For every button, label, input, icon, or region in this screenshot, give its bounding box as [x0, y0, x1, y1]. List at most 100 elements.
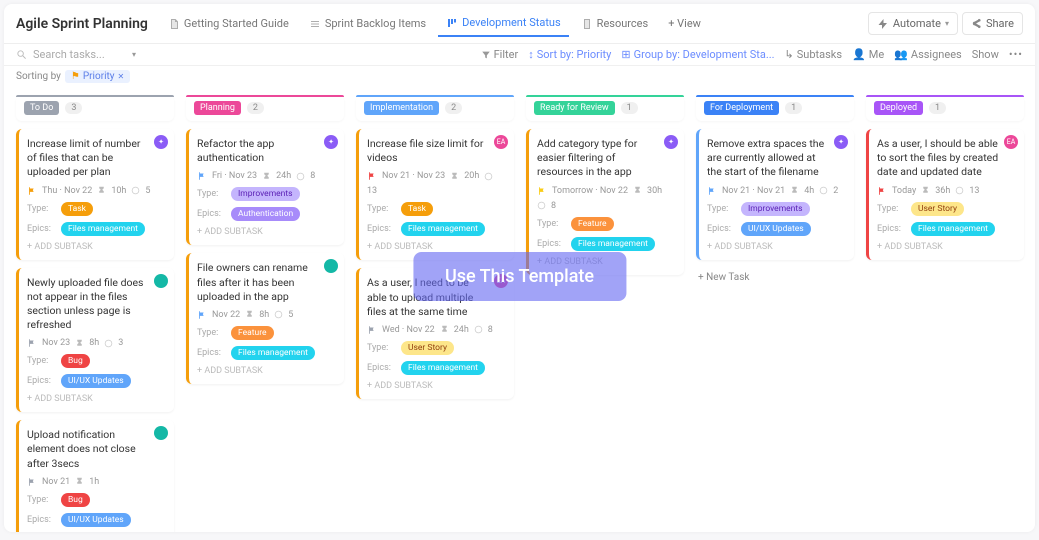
type-label: Type: [537, 219, 563, 229]
task-meta: Fri · Nov 2324h8 [197, 171, 336, 181]
flag-icon [537, 186, 547, 196]
more-button[interactable]: ••• [1009, 48, 1023, 61]
new-task[interactable]: + New Task [696, 268, 854, 287]
hourglass-icon [450, 172, 459, 181]
header: Agile Sprint Planning Getting Started Gu… [4, 4, 1035, 44]
task-card[interactable]: Newly uploaded file does not appear in t… [16, 268, 174, 413]
add-subtask[interactable]: + ADD SUBTASK [707, 242, 846, 252]
task-title: Refactor the app authentication [197, 137, 336, 165]
column-header[interactable]: Implementation 2 [356, 95, 514, 121]
add-subtask[interactable]: + ADD SUBTASK [367, 242, 506, 252]
kanban-board: To Do 3 ✦ Increase limit of number of fi… [4, 87, 1035, 532]
doc2-icon [581, 18, 593, 30]
close-icon[interactable]: ✕ [118, 72, 125, 81]
hourglass-icon [790, 186, 799, 195]
automate-button[interactable]: Automate▾ [868, 12, 958, 35]
epic-tag: Files management [231, 346, 315, 360]
hourglass-icon [75, 477, 84, 486]
column-header[interactable]: Deployed 1 [866, 95, 1024, 121]
task-card[interactable]: EA As a user, I need to be able to uploa… [356, 268, 514, 399]
add-subtask[interactable]: + ADD SUBTASK [537, 257, 676, 267]
column-header[interactable]: For Deployment 1 [696, 95, 854, 121]
filter-button[interactable]: Filter [481, 48, 519, 61]
task-card[interactable]: File owners can rename files after it ha… [186, 253, 344, 384]
task-title: Newly uploaded file does not appear in t… [27, 276, 166, 333]
add-subtask[interactable]: + ADD SUBTASK [367, 381, 506, 391]
avatar[interactable]: ✦ [664, 135, 678, 149]
task-meta: Tomorrow · Nov 2230h8 [537, 186, 676, 211]
epics-label: Epics: [537, 239, 563, 249]
task-card[interactable]: ✦ Remove extra spaces the are currently … [696, 129, 854, 260]
column-name: Planning [194, 101, 241, 115]
avatar[interactable]: EA [1004, 135, 1018, 149]
avatar[interactable]: ✦ [324, 135, 338, 149]
column-header[interactable]: Ready for Review 1 [526, 95, 684, 121]
share-button[interactable]: Share [962, 12, 1023, 35]
add-subtask[interactable]: + ADD SUBTASK [27, 242, 166, 252]
tab-resources[interactable]: Resources [573, 11, 657, 36]
add-subtask[interactable]: + ADD SUBTASK [197, 366, 336, 376]
type-label: Type: [27, 356, 53, 366]
search-icon [16, 49, 27, 60]
epics-label: Epics: [877, 224, 903, 234]
task-card[interactable]: EA As a user, I should be able to sort t… [866, 129, 1024, 260]
add-view[interactable]: + View [660, 11, 709, 36]
epic-tag: UI/UX Updates [61, 513, 131, 527]
column-name: For Deployment [704, 101, 779, 115]
column-count: 2 [247, 102, 264, 114]
task-card[interactable]: Upload notification element does not clo… [16, 420, 174, 532]
hourglass-icon [245, 310, 254, 319]
type-tag: User Story [911, 202, 964, 216]
epics-label: Epics: [197, 348, 223, 358]
assignees-button[interactable]: 👥 Assignees [894, 48, 962, 61]
type-tag: User Story [401, 341, 454, 355]
task-card[interactable]: ✦ Increase limit of number of files that… [16, 129, 174, 260]
type-label: Type: [197, 189, 223, 199]
group-button[interactable]: ⊞ Group by: Development Sta... [621, 48, 774, 61]
add-subtask[interactable]: + ADD SUBTASK [877, 242, 1016, 252]
epic-tag: Files management [401, 222, 485, 236]
epics-label: Epics: [367, 224, 393, 234]
subtasks-button[interactable]: ↳ Subtasks [785, 48, 843, 61]
board-icon [446, 17, 458, 29]
column-name: Ready for Review [534, 101, 615, 115]
points-icon [484, 172, 493, 181]
task-title: Increase limit of number of files that c… [27, 137, 166, 180]
avatar[interactable]: ✦ [154, 135, 168, 149]
share-icon [971, 18, 982, 29]
add-subtask[interactable]: + ADD SUBTASK [27, 394, 166, 404]
epic-tag: UI/UX Updates [61, 374, 131, 388]
flag-icon [27, 338, 37, 348]
points-icon [296, 172, 305, 181]
column-header[interactable]: Planning 2 [186, 95, 344, 121]
me-button[interactable]: 👤 Me [852, 48, 884, 61]
points-icon [474, 325, 483, 334]
tab-sprint-backlog[interactable]: Sprint Backlog Items [301, 11, 434, 36]
sort-button[interactable]: ↕ Sort by: Priority [528, 48, 611, 61]
hourglass-icon [633, 186, 642, 195]
type-tag: Improvements [741, 202, 810, 216]
task-title: File owners can rename files after it ha… [197, 261, 336, 304]
task-card[interactable]: ✦ Refactor the app authentication Fri · … [186, 129, 344, 245]
column-header[interactable]: To Do 3 [16, 95, 174, 121]
page-title: Agile Sprint Planning [16, 16, 148, 32]
chevron-down-icon: ▾ [132, 50, 136, 59]
add-subtask[interactable]: + ADD SUBTASK [197, 227, 336, 237]
tab-getting-started[interactable]: Getting Started Guide [160, 11, 297, 36]
sort-pill[interactable]: ⚑Priority✕ [65, 70, 130, 83]
avatar[interactable]: ✦ [834, 135, 848, 149]
tab-development-status[interactable]: Development Status [438, 10, 569, 37]
show-button[interactable]: Show [972, 48, 999, 61]
doc-icon [168, 18, 180, 30]
column-count: 1 [785, 102, 802, 114]
task-card[interactable]: ✦ Add category type for easier filtering… [526, 129, 684, 275]
flag-icon [197, 171, 207, 181]
task-card[interactable]: EA Increase file size limit for videos N… [356, 129, 514, 260]
list-icon [309, 18, 321, 30]
epic-tag: Files management [911, 222, 995, 236]
epics-label: Epics: [197, 209, 223, 219]
search-input[interactable]: Search tasks... ▾ [16, 48, 136, 61]
avatar[interactable] [154, 274, 168, 288]
chevron-down-icon: ▾ [945, 19, 949, 28]
avatar[interactable]: EA [494, 135, 508, 149]
